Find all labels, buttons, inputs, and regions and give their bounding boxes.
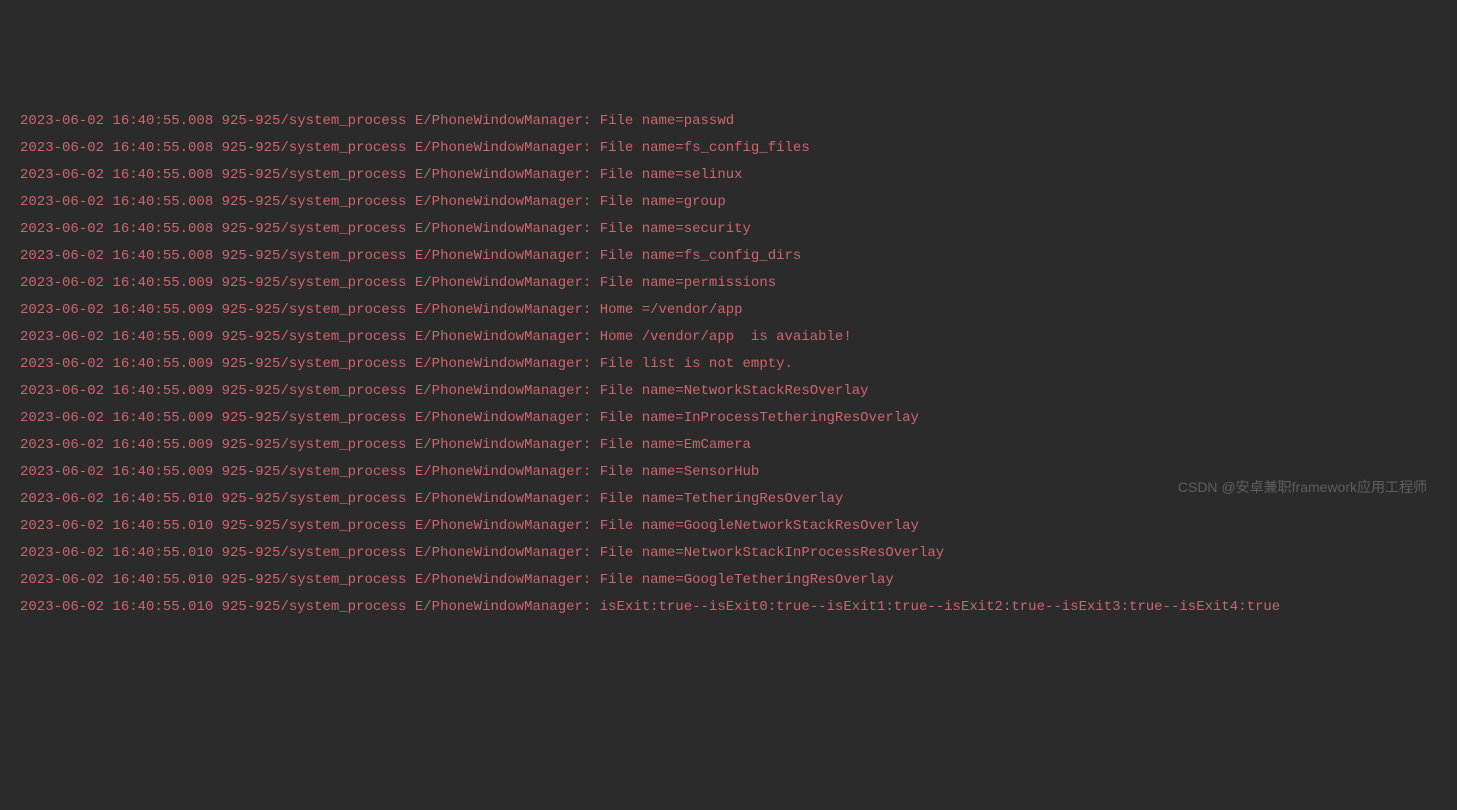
log-line[interactable]: 2023-06-02 16:40:55.008 925-925/system_p… xyxy=(0,216,1457,243)
log-line[interactable]: 2023-06-02 16:40:55.010 925-925/system_p… xyxy=(0,567,1457,594)
log-line[interactable]: 2023-06-02 16:40:55.010 925-925/system_p… xyxy=(0,513,1457,540)
log-line[interactable]: 2023-06-02 16:40:55.009 925-925/system_p… xyxy=(0,270,1457,297)
log-line[interactable]: 2023-06-02 16:40:55.008 925-925/system_p… xyxy=(0,108,1457,135)
log-line[interactable]: 2023-06-02 16:40:55.009 925-925/system_p… xyxy=(0,378,1457,405)
log-line[interactable]: 2023-06-02 16:40:55.008 925-925/system_p… xyxy=(0,162,1457,189)
log-line[interactable]: 2023-06-02 16:40:55.010 925-925/system_p… xyxy=(0,540,1457,567)
log-line[interactable]: 2023-06-02 16:40:55.009 925-925/system_p… xyxy=(0,432,1457,459)
log-line[interactable]: 2023-06-02 16:40:55.008 925-925/system_p… xyxy=(0,135,1457,162)
log-line[interactable]: 2023-06-02 16:40:55.008 925-925/system_p… xyxy=(0,243,1457,270)
log-line[interactable]: 2023-06-02 16:40:55.010 925-925/system_p… xyxy=(0,594,1457,621)
log-line[interactable]: 2023-06-02 16:40:55.009 925-925/system_p… xyxy=(0,297,1457,324)
watermark-text: CSDN @安卓兼职framework应用工程师 xyxy=(1178,474,1427,501)
log-line[interactable]: 2023-06-02 16:40:55.009 925-925/system_p… xyxy=(0,405,1457,432)
log-line[interactable]: 2023-06-02 16:40:55.008 925-925/system_p… xyxy=(0,189,1457,216)
log-line[interactable]: 2023-06-02 16:40:55.009 925-925/system_p… xyxy=(0,324,1457,351)
log-line[interactable]: 2023-06-02 16:40:55.009 925-925/system_p… xyxy=(0,351,1457,378)
log-container[interactable]: 2023-06-02 16:40:55.008 925-925/system_p… xyxy=(0,108,1457,621)
